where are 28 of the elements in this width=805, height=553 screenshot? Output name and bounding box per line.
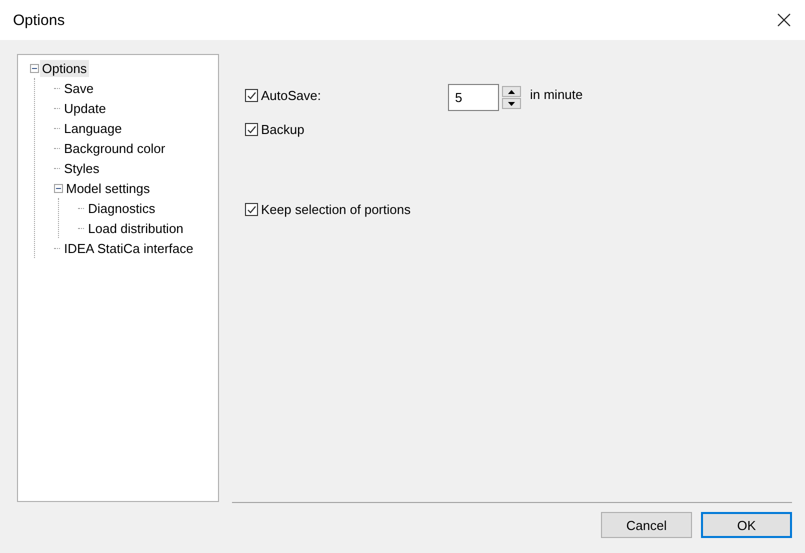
unit-label: in minute	[530, 87, 583, 102]
dialog-button[interactable]: OK	[701, 512, 792, 538]
checkbox[interactable]	[245, 123, 258, 136]
window-title: Options	[13, 12, 65, 28]
checkbox-label: Keep selection of portions	[261, 202, 411, 217]
tree-item[interactable]: Model settings	[64, 180, 152, 196]
collapse-icon[interactable]	[54, 184, 63, 192]
checkbox[interactable]	[245, 203, 258, 216]
collapse-icon[interactable]	[30, 64, 39, 72]
checkbox-label: Backup	[261, 122, 304, 137]
down-arrow-icon	[508, 102, 515, 106]
checkbox[interactable]	[245, 89, 258, 102]
tree-item[interactable]: Save	[62, 80, 96, 96]
tree-item[interactable]: Options	[40, 60, 89, 76]
tree-item[interactable]: Update	[62, 100, 108, 116]
tree-item[interactable]: Diagnostics	[86, 200, 158, 216]
tree-item[interactable]: Language	[62, 120, 124, 136]
checkbox-label: AutoSave:	[261, 88, 321, 103]
minutes-field[interactable]: 5	[448, 84, 499, 111]
increment-button[interactable]	[502, 86, 521, 97]
close-icon[interactable]	[777, 13, 791, 27]
dialog-button[interactable]: Cancel	[601, 512, 692, 538]
tree-item[interactable]: IDEA StatiCa interface	[62, 240, 196, 256]
up-arrow-icon	[508, 90, 515, 94]
decrement-button[interactable]	[502, 98, 521, 109]
tree-item[interactable]: Load distribution	[86, 220, 186, 236]
tree-item[interactable]: Styles	[62, 160, 102, 176]
tree-item[interactable]: Background color	[62, 140, 168, 156]
